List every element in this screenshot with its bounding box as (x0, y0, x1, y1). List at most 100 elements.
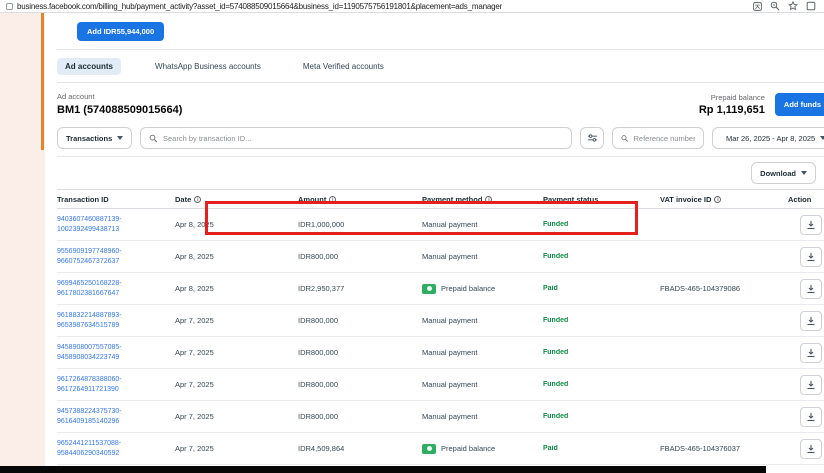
payment-status-badge: Funded (543, 349, 660, 356)
payment-method-cell: Manual payment (422, 412, 543, 421)
download-icon (806, 284, 816, 294)
table-row: 9458908007557085- 9458908034223749 Apr 7… (57, 337, 824, 369)
amount-cell: IDR4,509,864 (298, 444, 422, 453)
info-icon[interactable]: i (329, 196, 336, 203)
site-info-icon[interactable] (6, 3, 13, 10)
row-download-button[interactable] (800, 247, 822, 267)
tab-ad-accounts[interactable]: Ad accounts (57, 58, 121, 75)
prepaid-balance-icon (422, 444, 436, 454)
payment-method-cell: Manual payment (422, 380, 543, 389)
row-download-button[interactable] (800, 343, 822, 363)
transaction-id-link[interactable]: 9617264878388060- (57, 375, 175, 385)
transactions-dropdown-label: Transactions (66, 134, 112, 143)
transaction-id-link[interactable]: 1002392499438713 (57, 225, 175, 235)
table-header-row: Transaction ID Date i Amount i Payment m… (57, 189, 824, 209)
filter-sliders-button[interactable] (580, 127, 604, 149)
payment-method-cell: Manual payment (422, 252, 543, 261)
download-button[interactable]: Download (751, 162, 816, 184)
info-icon[interactable]: i (485, 196, 492, 203)
download-icon (806, 252, 816, 262)
table-row: 9457388224375730- 9616409185140296 Apr 7… (57, 401, 824, 433)
download-icon (806, 444, 816, 454)
info-icon[interactable]: i (194, 196, 201, 203)
billing-hub-content: Add IDR55,944,000 Ad accounts WhatsApp B… (45, 13, 824, 473)
payment-status-badge: Funded (543, 413, 660, 420)
transaction-id-link[interactable]: 9660752467372637 (57, 257, 175, 267)
transaction-id-link[interactable]: 9616409185140296 (57, 417, 175, 427)
payment-status-badge: Funded (543, 317, 660, 324)
transaction-id-link[interactable]: 9584406290340592 (57, 449, 175, 459)
orange-accent-line (41, 13, 44, 150)
row-download-button[interactable] (800, 375, 822, 395)
account-name: BM1 (574088509015664) (57, 104, 182, 116)
download-button-label: Download (760, 169, 796, 178)
payment-status-badge: Funded (543, 381, 660, 388)
transaction-id-link[interactable]: 9403607460887139- (57, 215, 175, 225)
column-header: Transaction ID (57, 195, 175, 204)
transactions-dropdown[interactable]: Transactions (57, 127, 132, 149)
bookmark-star-icon[interactable] (788, 1, 798, 11)
row-download-button[interactable] (800, 311, 822, 331)
transaction-id-link[interactable]: 9617264911721390 (57, 385, 175, 395)
download-icon (806, 380, 816, 390)
zoom-icon[interactable] (770, 1, 780, 11)
transaction-id-link[interactable]: 9699465250168228- (57, 279, 175, 289)
url-text[interactable]: business.facebook.com/billing_hub/paymen… (17, 2, 749, 11)
date-range-picker[interactable]: Mar 26, 2025 - Apr 8, 2025 (712, 127, 824, 149)
tab-meta-verified-accounts[interactable]: Meta Verified accounts (295, 58, 392, 75)
payment-method-cell: Manual payment (422, 348, 543, 357)
search-icon (149, 134, 158, 143)
info-icon[interactable]: i (714, 196, 721, 203)
table-body: 9403607460887139- 1002392499438713 Apr 8… (57, 209, 824, 473)
download-icon (806, 348, 816, 358)
transaction-id-link[interactable]: 9458908007557085- (57, 343, 175, 353)
date-cell: Apr 7, 2025 (175, 444, 298, 453)
transaction-id-link[interactable]: 9556909197748960- (57, 247, 175, 257)
row-download-button[interactable] (800, 407, 822, 427)
prepaid-balance-value: Rp 1,119,651 (699, 104, 765, 116)
date-range-label: Mar 26, 2025 - Apr 8, 2025 (726, 134, 815, 143)
transaction-id-link[interactable]: 9653987634515789 (57, 321, 175, 331)
browser-toolbar-icons (753, 1, 818, 11)
row-download-button[interactable] (800, 215, 822, 235)
table-row: 9403607460887139- 1002392499438713 Apr 8… (57, 209, 824, 241)
translate-icon[interactable] (753, 2, 762, 11)
date-cell: Apr 7, 2025 (175, 412, 298, 421)
transaction-id-link[interactable]: 9652441211537088- (57, 439, 175, 449)
transaction-search-box[interactable] (140, 127, 572, 149)
add-amount-button[interactable]: Add IDR55,944,000 (77, 22, 164, 41)
payment-status-badge: Funded (543, 221, 660, 228)
action-cell (788, 247, 824, 267)
browser-address-bar[interactable]: business.facebook.com/billing_hub/paymen… (0, 0, 824, 13)
date-cell: Apr 8, 2025 (175, 220, 298, 229)
payment-status-badge: Funded (543, 253, 660, 260)
amount-cell: IDR800,000 (298, 252, 422, 261)
tab-whatsapp-business-accounts[interactable]: WhatsApp Business accounts (147, 58, 269, 75)
action-cell (788, 343, 824, 363)
account-summary-row: Ad account BM1 (574088509015664) Prepaid… (57, 83, 824, 124)
filter-row: Transactions Mar 26, 2025 - Apr 8, 2025 (57, 124, 824, 157)
date-cell: Apr 7, 2025 (175, 348, 298, 357)
add-funds-button[interactable]: Add funds (775, 93, 824, 116)
transaction-id-link[interactable]: 9457388224375730- (57, 407, 175, 417)
tab-switcher-icon[interactable] (806, 1, 816, 11)
left-margin-strip (0, 13, 45, 473)
transaction-id-link[interactable]: 9618832214887893- (57, 311, 175, 321)
row-download-button[interactable] (800, 439, 822, 459)
transaction-id-cell: 9652441211537088- 9584406290340592 (57, 439, 175, 459)
chevron-down-icon (801, 171, 807, 175)
row-download-button[interactable] (800, 279, 822, 299)
payment-method-cell: Prepaid balance (422, 284, 543, 294)
action-cell (788, 375, 824, 395)
amount-cell: IDR800,000 (298, 380, 422, 389)
account-info: Ad account BM1 (574088509015664) (57, 92, 182, 116)
payment-method-cell: Manual payment (422, 220, 543, 229)
payment-method-cell: Prepaid balance (422, 444, 543, 454)
transaction-id-cell: 9556909197748960- 9660752467372637 (57, 247, 175, 267)
transaction-id-link[interactable]: 9458908034223749 (57, 353, 175, 363)
download-icon (806, 316, 816, 326)
transaction-id-link[interactable]: 9617802381667647 (57, 289, 175, 299)
transaction-search-input[interactable] (163, 134, 563, 143)
reference-number-box[interactable] (612, 127, 704, 149)
reference-number-input[interactable] (633, 134, 695, 143)
